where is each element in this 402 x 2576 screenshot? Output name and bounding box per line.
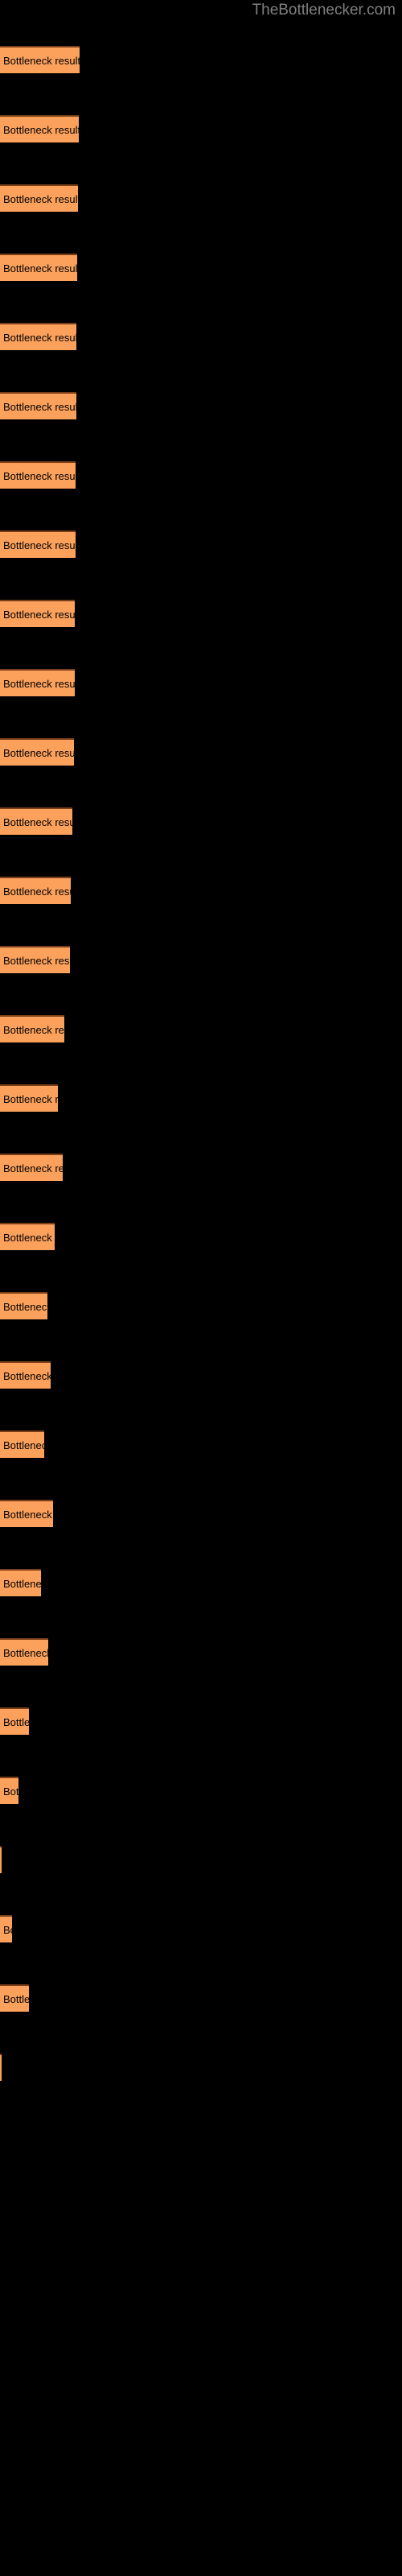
bar-label: Bottleneck result (3, 332, 76, 344)
bar-label: Bottleneck result (3, 1162, 63, 1174)
bar[interactable]: Bottleneck result (0, 669, 75, 696)
bar[interactable]: Bottleneck result (0, 1846, 2, 1873)
bar[interactable]: Bottleneck result (0, 1638, 48, 1666)
bar-label: Bottleneck result (3, 1301, 47, 1313)
bar[interactable]: Bottleneck result (0, 1569, 41, 1596)
bar-label: Bottleneck result (3, 1024, 64, 1036)
bar-label: Bottleneck result (3, 124, 79, 136)
bar[interactable]: Bottleneck result (0, 2054, 2, 2081)
bar-label: Bottleneck result (3, 886, 71, 898)
bar-label: Bottleneck result (3, 193, 78, 205)
bar-label: Bottleneck result (3, 55, 80, 67)
bar[interactable]: Bottleneck result (0, 1984, 29, 2012)
bar[interactable]: Bottleneck result (0, 184, 78, 212)
bar-label: Bottleneck result (3, 1232, 55, 1244)
bar-label: Bottleneck result (3, 1093, 58, 1105)
bar-label: Bottleneck result (3, 1716, 29, 1728)
bar[interactable]: Bottleneck result (0, 392, 76, 419)
bar[interactable]: Bottleneck result (0, 46, 80, 73)
bar-label: Bottleneck result (3, 816, 72, 828)
bar-label: Bottleneck result (3, 1993, 29, 2005)
bar[interactable]: Bottleneck result (0, 946, 70, 973)
bar-label: Bottleneck result (3, 1924, 12, 1936)
bar[interactable]: Bottleneck result (0, 115, 79, 142)
bar[interactable]: Bottleneck result (0, 1430, 44, 1458)
bar[interactable]: Bottleneck result (0, 461, 76, 489)
bar[interactable]: Bottleneck result (0, 1015, 64, 1042)
bar[interactable]: Bottleneck result (0, 1500, 53, 1527)
bar[interactable]: Bottleneck result (0, 1292, 47, 1319)
bar-label: Bottleneck result (3, 539, 76, 551)
bar-label: Bottleneck result (3, 747, 74, 759)
bar-label: Bottleneck result (3, 1370, 51, 1382)
bar[interactable]: Bottleneck result (0, 1915, 12, 1942)
bar[interactable]: Bottleneck result (0, 1223, 55, 1250)
bar-label: Bottleneck result (3, 262, 77, 275)
bar-label: Bottleneck result (3, 1647, 48, 1659)
bar[interactable]: Bottleneck result (0, 1777, 18, 1804)
bar-label: Bottleneck result (3, 470, 76, 482)
bar[interactable]: Bottleneck result (0, 600, 75, 627)
bar-label: Bottleneck result (3, 678, 75, 690)
bar-label: Bottleneck result (3, 401, 76, 413)
bar[interactable]: Bottleneck result (0, 1361, 51, 1389)
bar[interactable]: Bottleneck result (0, 807, 72, 835)
bar-label: Bottleneck result (3, 1509, 53, 1521)
bar[interactable]: Bottleneck result (0, 1707, 29, 1735)
bar[interactable]: Bottleneck result (0, 1084, 58, 1112)
bar-label: Bottleneck result (3, 1578, 41, 1590)
bar-label: Bottleneck result (3, 955, 70, 967)
bar[interactable]: Bottleneck result (0, 323, 76, 350)
bar[interactable]: Bottleneck result (0, 530, 76, 558)
bar[interactable]: Bottleneck result (0, 738, 74, 766)
bar-label: Bottleneck result (3, 1439, 44, 1451)
site-title: TheBottlenecker.com (252, 2, 396, 19)
bar-label: Bottleneck result (3, 609, 75, 621)
bar[interactable]: Bottleneck result (0, 1154, 63, 1181)
bottleneck-bar-chart: TheBottlenecker.com Bottleneck result Bot… (0, 0, 402, 2576)
bar-label: Bottleneck result (3, 1785, 18, 1798)
bar[interactable]: Bottleneck result (0, 254, 77, 281)
bar[interactable]: Bottleneck result (0, 877, 71, 904)
